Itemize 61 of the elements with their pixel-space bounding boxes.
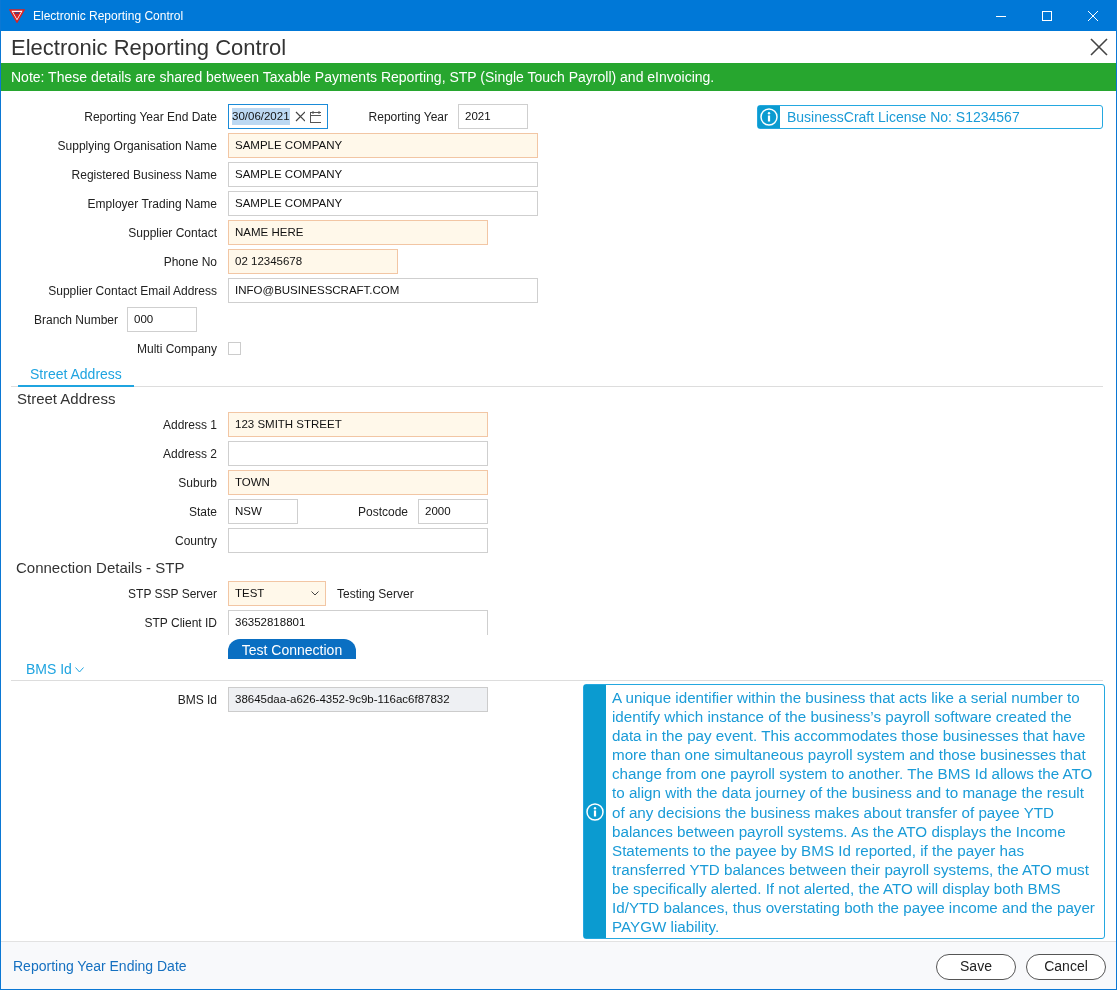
test-connection-button[interactable]: Test Connection (228, 639, 356, 659)
dialog-title: Electronic Reporting Control (11, 33, 287, 62)
field-label: Multi Company (135, 340, 218, 358)
info-text: A unique identifier within the business that acts like a serial number to identify which instance of the business’s payroll software created the data in the pay event. This accommodates those businesses that have more than one simultaneous payroll system and those businesses that change from one payroll system to another. The BMS Id allows the ATO to align with the data journey of the business and to manage the result of any decisions the business makes about transfer of payee YTD balances between payroll systems. As the ATO displays the Income Statements to the payee by BMS Id reported, if the payer has transferred YTD balances between their payroll systems, the ATO must be specifically alerted. If not alerted, the ATO will display both BMS Id/YTD balances, thus overstating both the payee income and the payer PAYGW liability. (611, 688, 1096, 938)
calendar-icon[interactable] (309, 110, 321, 123)
dropdown-field[interactable]: TEST (228, 581, 326, 606)
field-label: Address 1 (161, 416, 218, 434)
readonly-field: 38645daa-a626-4352-9c9b-116ac6f87832 (228, 687, 488, 712)
field-label: Supplying Organisation Name (56, 137, 218, 155)
window-title: Electronic Reporting Control (33, 7, 184, 25)
input-field[interactable]: 2021 (458, 104, 528, 129)
input-field[interactable]: TOWN (228, 470, 488, 495)
input-field[interactable]: NSW (228, 499, 298, 524)
field-label: BMS Id (176, 691, 218, 709)
info-icon (586, 802, 604, 821)
field-label: STP SSP Server (127, 585, 218, 603)
field-label: Phone No (162, 253, 218, 271)
server-description: Testing Server (337, 585, 414, 603)
close-icon (1090, 38, 1108, 56)
input-field[interactable]: SAMPLE COMPANY (228, 162, 538, 187)
field-label: Supplier Contact (127, 224, 218, 242)
section-heading: Street Address (16, 388, 117, 409)
field-label: Country (173, 532, 218, 550)
input-field[interactable]: NAME HERE (228, 220, 488, 245)
save-button[interactable]: Save (936, 953, 1016, 980)
input-field[interactable]: 2000 (418, 499, 488, 524)
input-field[interactable]: INFO@BUSINESSCRAFT.COM (228, 278, 538, 303)
note-banner: Note: These details are shared between Taxable Payments Reporting, STP (Single Touch Payroll) and eInvoicing. (1, 63, 1116, 91)
field-label: Branch Number (34, 311, 119, 329)
field-label: STP Client ID (143, 614, 218, 632)
input-field[interactable]: 02 12345678 (228, 249, 398, 274)
dialog-close-button[interactable] (1090, 38, 1108, 56)
checkbox[interactable] (228, 342, 241, 355)
license-text: BusinessCraft License No: S1234567 (786, 107, 1020, 127)
input-field[interactable]: SAMPLE COMPANY (228, 191, 538, 216)
input-field[interactable]: 000 (127, 307, 198, 332)
field-label: State (187, 503, 218, 521)
chevron-icon (74, 666, 84, 673)
input-field[interactable]: 36352818801 (228, 610, 488, 635)
field-label: Employer Trading Name (86, 195, 218, 213)
field-label: Supplier Contact Email Address (47, 282, 218, 300)
field-label: Registered Business Name (70, 166, 218, 184)
maximize-icon (1042, 10, 1052, 21)
date-field[interactable]: 30/06/2021 (228, 104, 328, 129)
field-label: Reporting Year (367, 108, 449, 126)
info-icon (760, 108, 778, 126)
input-field[interactable] (228, 528, 488, 553)
field-label: Reporting Year End Date (83, 108, 218, 126)
field-label: Address 2 (161, 445, 218, 463)
close-icon (1088, 10, 1098, 21)
status-text: Reporting Year Ending Date (13, 957, 187, 976)
input-field[interactable]: SAMPLE COMPANY (228, 133, 538, 158)
section-heading: Connection Details - STP (15, 557, 186, 578)
logo-icon (9, 8, 25, 23)
input-field[interactable] (228, 441, 488, 466)
clear-icon[interactable] (294, 111, 305, 122)
field-label: Suburb (177, 474, 218, 492)
chevron-down-icon (311, 591, 319, 596)
input-field[interactable]: 123 SMITH STREET (228, 412, 488, 437)
cancel-button[interactable]: Cancel (1026, 953, 1106, 980)
field-label: Postcode (356, 503, 409, 521)
